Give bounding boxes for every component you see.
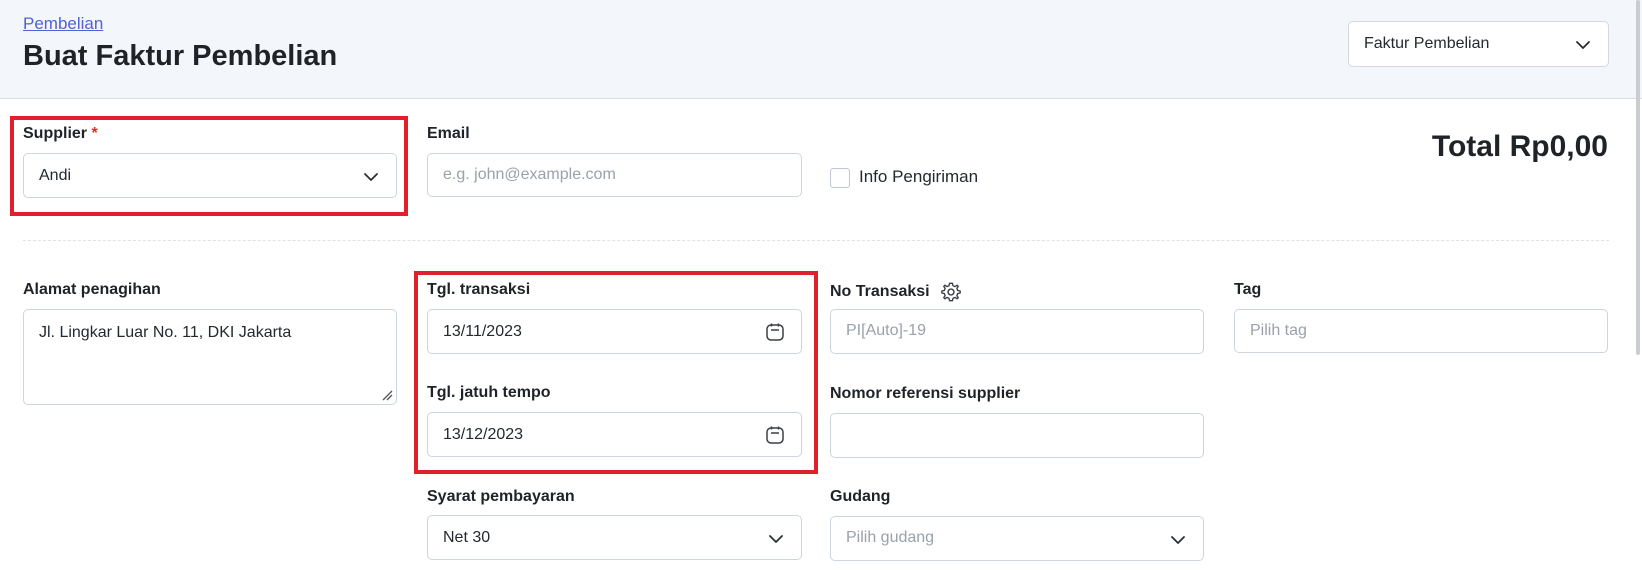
warehouse-label: Gudang	[830, 488, 891, 505]
payment-terms-label: Syarat pembayaran	[427, 488, 575, 505]
resize-grip-icon[interactable]	[381, 389, 393, 401]
warehouse-select[interactable]: Pilih gudang	[830, 516, 1204, 561]
scrollbar[interactable]	[1636, 0, 1640, 355]
calendar-icon[interactable]	[765, 322, 785, 342]
payment-terms-value: Net 30	[443, 529, 491, 546]
billing-address-textarea[interactable]: Jl. Lingkar Luar No. 11, DKI Jakarta	[23, 309, 397, 405]
supplier-ref-input[interactable]	[830, 413, 1204, 458]
email-label: Email	[427, 125, 470, 142]
supplier-ref-label: Nomor referensi supplier	[830, 385, 1021, 402]
due-date-label: Tgl. jatuh tempo	[427, 384, 551, 401]
email-placeholder: e.g. john@example.com	[443, 166, 616, 183]
supplier-label-text: Supplier	[23, 125, 88, 142]
chevron-down-icon	[364, 173, 378, 181]
breadcrumb-link[interactable]: Pembelian	[23, 14, 103, 34]
section-divider	[23, 240, 1609, 241]
transaction-no-input[interactable]: PI[Auto]-19	[830, 309, 1204, 354]
email-input[interactable]: e.g. john@example.com	[427, 153, 802, 197]
chevron-down-icon	[1576, 41, 1590, 49]
page-header: Pembelian Buat Faktur Pembelian Faktur P…	[0, 0, 1642, 99]
supplier-value: Andi	[39, 167, 72, 184]
tag-label: Tag	[1234, 281, 1262, 298]
required-mark: *	[91, 125, 98, 142]
supplier-select[interactable]: Andi	[23, 153, 397, 198]
document-type-value: Faktur Pembelian	[1364, 35, 1490, 52]
billing-address-label: Alamat penagihan	[23, 281, 161, 298]
payment-terms-select[interactable]: Net 30	[427, 515, 802, 560]
chevron-down-icon	[1171, 536, 1185, 544]
supplier-label: Supplier *	[23, 125, 98, 143]
due-date-input[interactable]: 13/12/2023	[427, 412, 802, 457]
warehouse-placeholder: Pilih gudang	[846, 529, 935, 546]
transaction-no-label-text: No Transaksi	[830, 283, 930, 301]
document-type-select[interactable]: Faktur Pembelian	[1348, 21, 1609, 67]
gear-icon[interactable]	[940, 281, 962, 303]
transaction-no-label: No Transaksi	[830, 281, 962, 303]
shipping-info-checkbox[interactable]	[830, 168, 850, 188]
calendar-icon[interactable]	[765, 425, 785, 445]
due-date-value: 13/12/2023	[443, 426, 524, 443]
tag-select[interactable]: Pilih tag	[1234, 309, 1608, 353]
tag-placeholder: Pilih tag	[1250, 322, 1307, 339]
billing-address-value: Jl. Lingkar Luar No. 11, DKI Jakarta	[39, 324, 292, 341]
chevron-down-icon	[769, 535, 783, 543]
total-amount: Total Rp0,00	[1431, 130, 1608, 163]
transaction-date-label: Tgl. transaksi	[427, 281, 531, 298]
transaction-date-value: 13/11/2023	[443, 323, 522, 340]
page-title: Buat Faktur Pembelian	[23, 40, 338, 72]
shipping-info-label: Info Pengiriman	[859, 167, 979, 186]
transaction-no-placeholder: PI[Auto]-19	[846, 322, 927, 339]
transaction-date-input[interactable]: 13/11/2023	[427, 309, 802, 354]
